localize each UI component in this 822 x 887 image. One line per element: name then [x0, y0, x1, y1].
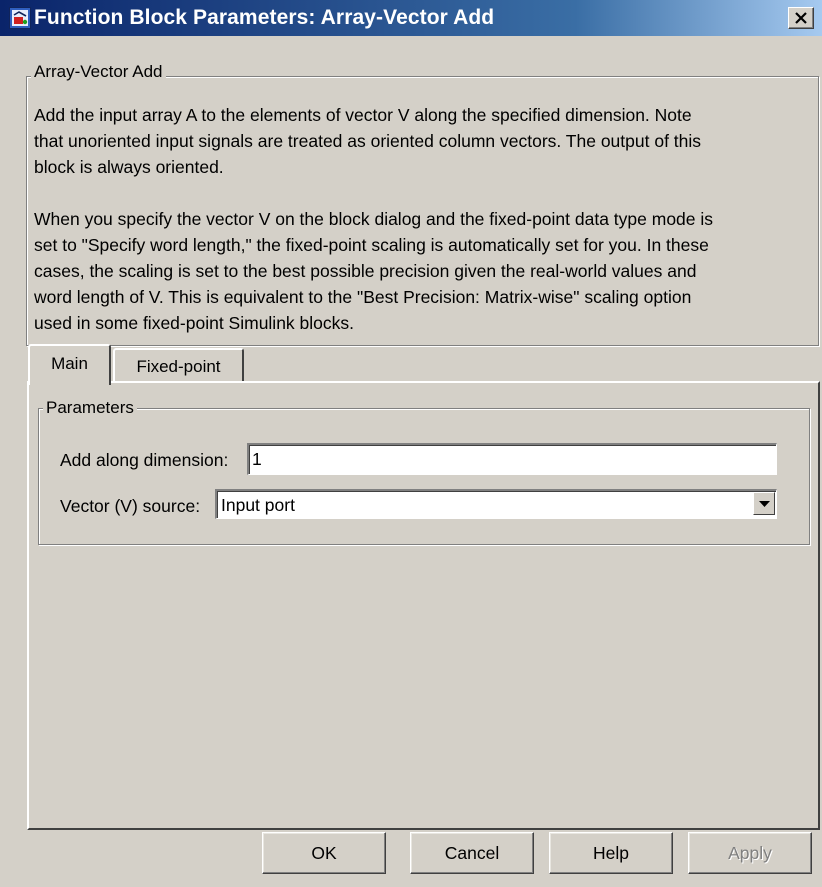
dropdown-button[interactable]: [753, 492, 775, 515]
dialog-window: Function Block Parameters: Array-Vector …: [0, 0, 822, 887]
vector-source-label: Vector (V) source:: [60, 496, 201, 516]
tab-main-label: Main: [51, 354, 88, 373]
cancel-button[interactable]: Cancel: [410, 832, 534, 874]
tab-fixed-point[interactable]: Fixed-point: [113, 348, 244, 384]
simulink-block-icon: [9, 7, 31, 29]
vector-source-select[interactable]: Input port: [215, 489, 777, 519]
description-line: that unoriented input signals are treate…: [34, 131, 702, 151]
description-line: cases, the scaling is set to the best po…: [34, 261, 697, 281]
apply-button[interactable]: Apply: [688, 832, 812, 874]
description-group-title: Array-Vector Add: [31, 62, 166, 82]
description-line: word length of V. This is equivalent to …: [34, 287, 692, 307]
close-button[interactable]: [788, 7, 814, 29]
description-line: Add the input array A to the elements of…: [34, 105, 692, 125]
tab-fixed-point-label: Fixed-point: [136, 357, 221, 376]
parameters-group-title: Parameters: [43, 398, 137, 418]
vector-source-value: Input port: [221, 495, 295, 515]
tab-panel-main: Parameters Add along dimension: Vector (…: [27, 381, 820, 830]
description-line: set to "Specify word length," the fixed-…: [34, 235, 709, 255]
description-line: block is always oriented.: [34, 157, 224, 177]
ok-button[interactable]: OK: [262, 832, 386, 874]
add-along-dimension-input[interactable]: [247, 443, 777, 475]
description-line: When you specify the vector V on the blo…: [34, 209, 714, 229]
description-line: used in some fixed-point Simulink blocks…: [34, 313, 355, 333]
help-button[interactable]: Help: [549, 832, 673, 874]
parameters-group: [38, 408, 810, 545]
window-title: Function Block Parameters: Array-Vector …: [34, 6, 495, 29]
tab-main[interactable]: Main: [28, 344, 111, 385]
add-along-dimension-label: Add along dimension:: [60, 450, 229, 470]
title-bar[interactable]: Function Block Parameters: Array-Vector …: [0, 0, 822, 36]
